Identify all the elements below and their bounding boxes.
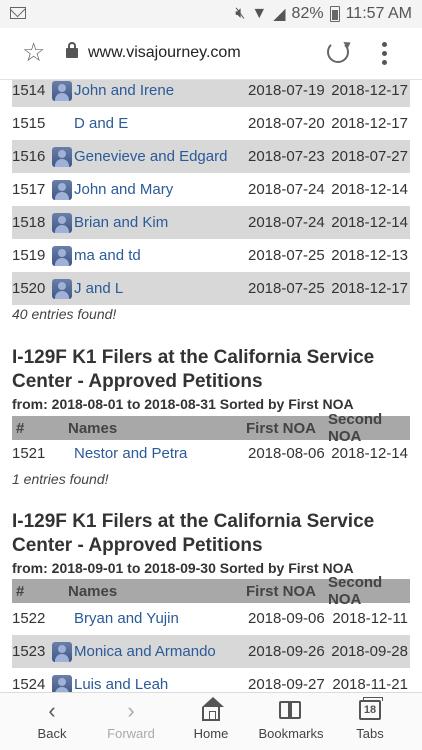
table-row: 1520 J and L 2018-07-25 2018-12-17 — [12, 272, 410, 305]
reload-icon[interactable] — [327, 41, 349, 63]
filer-name-link[interactable]: Genevieve and Edgard — [72, 148, 248, 165]
first-noa-date: 2018-09-27 — [248, 676, 325, 692]
battery-icon — [329, 6, 340, 22]
avatar-icon[interactable] — [52, 80, 72, 101]
second-noa-date: 2018-09-28 — [331, 643, 408, 660]
row-number: 1514 — [12, 82, 46, 99]
second-noa-date: 2018-12-14 — [331, 214, 408, 231]
row-number: 1522 — [12, 610, 46, 627]
avatar-icon[interactable] — [52, 245, 72, 266]
entries-found-text: 1 entries found! — [12, 471, 109, 487]
first-noa-date: 2018-09-26 — [248, 643, 325, 660]
second-noa-date: 2018-07-27 — [331, 148, 408, 165]
filer-name-link[interactable]: Brian and Kim — [72, 214, 248, 231]
row-number: 1524 — [12, 676, 46, 692]
section-title: I-129F K1 Filers at the California Servi… — [12, 347, 375, 392]
home-button[interactable]: Home — [171, 693, 251, 750]
filers-table-september: 1522 Bryan and Yujin 2018-09-06 2018-12-11 1… — [12, 602, 410, 692]
avatar-icon[interactable] — [52, 278, 72, 299]
bookmark-star-icon[interactable]: ☆ — [22, 39, 45, 65]
avatar-icon[interactable] — [52, 641, 72, 662]
table-row: 1522 Bryan and Yujin 2018-09-06 2018-12-11 — [12, 602, 410, 635]
second-noa-date: 2018-12-14 — [331, 445, 408, 462]
forward-button[interactable]: › Forward — [91, 693, 171, 750]
browser-url-bar: ☆ www.visajourney.com — [0, 28, 422, 80]
first-noa-date: 2018-07-25 — [248, 247, 325, 264]
filer-name-link[interactable]: Bryan and Yujin — [72, 610, 248, 627]
first-noa-date: 2018-07-24 — [248, 214, 325, 231]
wifi-icon: ▼ — [251, 5, 268, 22]
bookmarks-icon — [278, 699, 304, 723]
row-number: 1518 — [12, 214, 46, 231]
table-row: 1521 Nestor and Petra 2018-08-06 2018-12-14 — [12, 437, 410, 470]
browser-bottom-nav: ‹ Back › Forward Home Bookmarks 18 Tabs — [0, 692, 422, 750]
url-field[interactable]: www.visajourney.com — [88, 44, 241, 62]
entries-found-text: 40 entries found! — [12, 306, 117, 322]
back-button[interactable]: ‹ Back — [12, 693, 92, 750]
filers-table-august: 1521 Nestor and Petra 2018-08-06 2018-12-14 — [12, 437, 410, 470]
forward-arrow-icon: › — [127, 698, 135, 723]
tabs-icon: 18 — [357, 697, 383, 723]
first-noa-date: 2018-07-25 — [248, 280, 325, 297]
avatar-icon[interactable] — [52, 212, 72, 233]
row-number: 1519 — [12, 247, 46, 264]
filer-name-link[interactable]: Monica and Armando — [72, 643, 248, 660]
table-row: 1519 ma and td 2018-07-25 2018-12-13 — [12, 239, 410, 272]
row-number: 1523 — [12, 643, 46, 660]
page-content: 1514 John and Irene 2018-07-19 2018-12-17 15… — [0, 80, 422, 692]
filer-name-link[interactable]: Luis and Leah — [72, 676, 248, 692]
clock: 11:57 AM — [345, 5, 412, 22]
avatar-icon[interactable] — [52, 146, 72, 167]
second-noa-date: 2018-12-14 — [331, 181, 408, 198]
filer-name-link[interactable]: John and Mary — [72, 181, 248, 198]
second-noa-date: 2018-12-17 — [331, 82, 408, 99]
table-row: 1518 Brian and Kim 2018-07-24 2018-12-14 — [12, 206, 410, 239]
second-noa-date: 2018-11-21 — [332, 676, 408, 692]
table-row: 1516 Genevieve and Edgard 2018-07-23 2018-0… — [12, 140, 410, 173]
status-bar: 🔇︎ ▼ ◢ 82% 11:57 AM — [0, 0, 422, 28]
filer-name-link[interactable]: D and E — [72, 115, 248, 132]
first-noa-date: 2018-07-20 — [248, 115, 325, 132]
lock-icon — [66, 42, 78, 58]
row-number: 1517 — [12, 181, 46, 198]
second-noa-date: 2018-12-13 — [331, 247, 408, 264]
row-number: 1515 — [12, 115, 46, 132]
mail-notification-icon — [10, 6, 26, 23]
row-number: 1516 — [12, 148, 46, 165]
row-number: 1521 — [12, 445, 46, 462]
battery-percentage: 82% — [291, 5, 324, 22]
mute-icon: 🔇︎ — [235, 5, 246, 22]
first-noa-date: 2018-07-19 — [248, 82, 325, 99]
table-header: # Names First NOA Second NOA — [12, 574, 410, 608]
table-row: 1517 John and Mary 2018-07-24 2018-12-14 — [12, 173, 410, 206]
first-noa-date: 2018-08-06 — [248, 445, 325, 462]
bookmarks-button[interactable]: Bookmarks — [251, 693, 331, 750]
date-range: from: 2018-08-01 to 2018-08-31 Sorted by… — [12, 396, 354, 412]
home-icon — [198, 697, 224, 723]
table-row: 1515 D and E 2018-07-20 2018-12-17 — [12, 107, 410, 140]
tabs-button[interactable]: 18 Tabs — [330, 693, 410, 750]
second-noa-date: 2018-12-17 — [331, 115, 408, 132]
filer-name-link[interactable]: John and Irene — [72, 82, 248, 99]
filers-table-july: 1514 John and Irene 2018-07-19 2018-12-17 15… — [12, 80, 410, 305]
second-noa-date: 2018-12-17 — [331, 280, 408, 297]
filer-name-link[interactable]: J and L — [72, 280, 248, 297]
row-number: 1520 — [12, 280, 46, 297]
avatar-icon[interactable] — [52, 674, 72, 692]
back-arrow-icon: ‹ — [48, 698, 56, 723]
table-row: 1524 Luis and Leah 2018-09-27 2018-11-21 — [12, 668, 410, 692]
first-noa-date: 2018-09-06 — [248, 610, 325, 627]
filer-name-link[interactable]: ma and td — [72, 247, 248, 264]
section-title: I-129F K1 Filers at the California Servi… — [12, 511, 375, 556]
first-noa-date: 2018-07-24 — [248, 181, 325, 198]
filer-name-link[interactable]: Nestor and Petra — [72, 445, 248, 462]
table-row: 1514 John and Irene 2018-07-19 2018-12-17 — [12, 80, 410, 107]
second-noa-date: 2018-12-11 — [332, 610, 408, 627]
table-row: 1523 Monica and Armando 2018-09-26 2018-09-… — [12, 635, 410, 668]
avatar-icon[interactable] — [52, 179, 72, 200]
first-noa-date: 2018-07-23 — [248, 148, 325, 165]
signal-icon: ◢ — [273, 6, 286, 23]
overflow-menu-icon[interactable] — [381, 42, 387, 65]
